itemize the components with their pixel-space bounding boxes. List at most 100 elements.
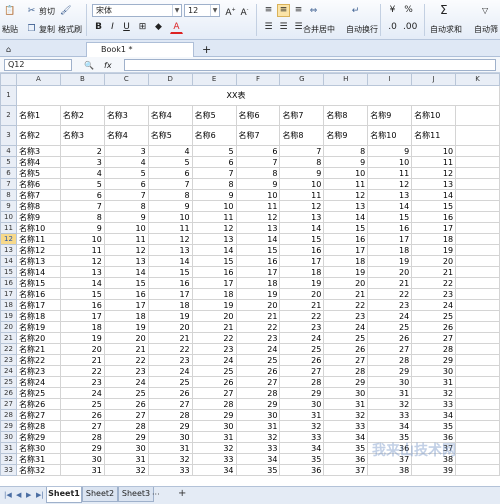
value-cell[interactable]: 8 — [279, 156, 325, 168]
value-cell[interactable]: 24 — [367, 310, 413, 322]
header-cell[interactable]: 名称3 — [103, 105, 149, 126]
value-cell[interactable]: 23 — [103, 365, 149, 377]
value-cell[interactable]: 12 — [191, 222, 237, 234]
value-cell[interactable]: 21 — [367, 277, 413, 289]
value-cell[interactable]: 23 — [191, 343, 237, 355]
value-cell[interactable]: 25 — [235, 354, 281, 366]
cell[interactable] — [455, 189, 500, 201]
row-label-cell[interactable]: 名称6 — [15, 178, 61, 190]
currency-button[interactable]: ¥ — [386, 4, 399, 17]
value-cell[interactable]: 29 — [323, 376, 369, 388]
value-cell[interactable]: 10 — [59, 233, 105, 245]
row-header[interactable]: 22 — [0, 343, 17, 355]
value-cell[interactable]: 13 — [235, 222, 281, 234]
value-cell[interactable]: 13 — [147, 244, 193, 256]
column-header[interactable]: I — [367, 73, 413, 86]
value-cell[interactable]: 33 — [191, 453, 237, 465]
value-cell[interactable]: 27 — [103, 409, 149, 421]
cell[interactable] — [455, 453, 500, 465]
value-cell[interactable]: 13 — [323, 200, 369, 212]
cell[interactable] — [455, 310, 500, 322]
value-cell[interactable]: 29 — [147, 420, 193, 432]
value-cell[interactable]: 21 — [147, 332, 193, 344]
value-cell[interactable]: 25 — [323, 332, 369, 344]
row-header[interactable]: 8 — [0, 189, 17, 201]
value-cell[interactable]: 12 — [367, 178, 413, 190]
row-label-cell[interactable]: 名称10 — [15, 222, 61, 234]
value-cell[interactable]: 24 — [59, 387, 105, 399]
value-cell[interactable]: 17 — [235, 266, 281, 278]
value-cell[interactable]: 17 — [59, 310, 105, 322]
value-cell[interactable]: 10 — [279, 178, 325, 190]
row-label-cell[interactable]: 名称14 — [15, 266, 61, 278]
value-cell[interactable]: 14 — [323, 211, 369, 223]
value-cell[interactable]: 31 — [323, 398, 369, 410]
merge-center-button[interactable]: 合并居中 — [303, 22, 335, 36]
first-sheet-icon[interactable]: |◀ — [4, 491, 12, 499]
value-cell[interactable]: 28 — [103, 420, 149, 432]
row-header[interactable]: 13 — [0, 244, 17, 256]
value-cell[interactable]: 26 — [367, 332, 413, 344]
value-cell[interactable]: 9 — [323, 156, 369, 168]
value-cell[interactable]: 16 — [59, 299, 105, 311]
column-header[interactable]: G — [279, 73, 325, 86]
value-cell[interactable]: 16 — [235, 255, 281, 267]
row-header[interactable]: 5 — [0, 156, 17, 168]
value-cell[interactable]: 23 — [279, 321, 325, 333]
value-cell[interactable]: 22 — [279, 310, 325, 322]
value-cell[interactable]: 21 — [323, 288, 369, 300]
value-cell[interactable]: 20 — [279, 288, 325, 300]
value-cell[interactable]: 10 — [367, 156, 413, 168]
header-cell[interactable]: 名称9 — [367, 105, 413, 126]
value-cell[interactable]: 6 — [191, 156, 237, 168]
value-cell[interactable]: 33 — [147, 464, 193, 476]
row-header[interactable]: 27 — [0, 398, 17, 410]
value-cell[interactable]: 12 — [279, 200, 325, 212]
cell[interactable] — [455, 244, 500, 256]
sheet-tab-sheet3[interactable]: Sheet3 — [118, 487, 154, 502]
row-label-cell[interactable]: 名称15 — [15, 277, 61, 289]
sheet-tab-sheet2[interactable]: Sheet2 — [82, 487, 118, 502]
row-header[interactable]: 30 — [0, 431, 17, 443]
header-cell[interactable]: 名称1 — [15, 105, 61, 126]
cell[interactable] — [455, 343, 500, 355]
value-cell[interactable]: 32 — [411, 387, 457, 399]
row-label-cell[interactable]: 名称28 — [15, 420, 61, 432]
value-cell[interactable]: 23 — [411, 288, 457, 300]
value-cell[interactable]: 27 — [59, 420, 105, 432]
value-cell[interactable]: 18 — [279, 266, 325, 278]
increase-font-icon[interactable]: A+ — [224, 4, 237, 18]
value-cell[interactable]: 21 — [59, 354, 105, 366]
cell[interactable] — [455, 156, 500, 168]
value-cell[interactable]: 24 — [323, 321, 369, 333]
value-cell[interactable]: 26 — [147, 387, 193, 399]
value-cell[interactable]: 19 — [367, 255, 413, 267]
align-top-icon[interactable]: ≡ — [262, 4, 275, 17]
value-cell[interactable]: 9 — [103, 211, 149, 223]
value-cell[interactable]: 24 — [411, 299, 457, 311]
value-cell[interactable]: 23 — [59, 376, 105, 388]
value-cell[interactable]: 11 — [103, 233, 149, 245]
cell[interactable] — [455, 255, 500, 267]
header-cell[interactable]: 名称5 — [191, 105, 237, 126]
row-label-cell[interactable]: 名称19 — [15, 321, 61, 333]
cell[interactable] — [455, 299, 500, 311]
value-cell[interactable]: 11 — [367, 167, 413, 179]
value-cell[interactable]: 23 — [367, 299, 413, 311]
value-cell[interactable]: 38 — [367, 464, 413, 476]
value-cell[interactable]: 8 — [147, 189, 193, 201]
value-cell[interactable]: 7 — [147, 178, 193, 190]
header-cell[interactable]: 名称11 — [411, 125, 457, 146]
cell[interactable] — [455, 420, 500, 432]
row-label-cell[interactable]: 名称25 — [15, 387, 61, 399]
fill-color-icon[interactable]: ◆ — [152, 21, 165, 34]
value-cell[interactable]: 33 — [411, 398, 457, 410]
value-cell[interactable]: 12 — [59, 255, 105, 267]
value-cell[interactable]: 21 — [103, 343, 149, 355]
row-header[interactable]: 32 — [0, 453, 17, 465]
value-cell[interactable]: 16 — [411, 211, 457, 223]
value-cell[interactable]: 18 — [411, 233, 457, 245]
value-cell[interactable]: 24 — [191, 354, 237, 366]
value-cell[interactable]: 15 — [411, 200, 457, 212]
cut-button[interactable]: ✂ 剪切 — [26, 4, 55, 18]
